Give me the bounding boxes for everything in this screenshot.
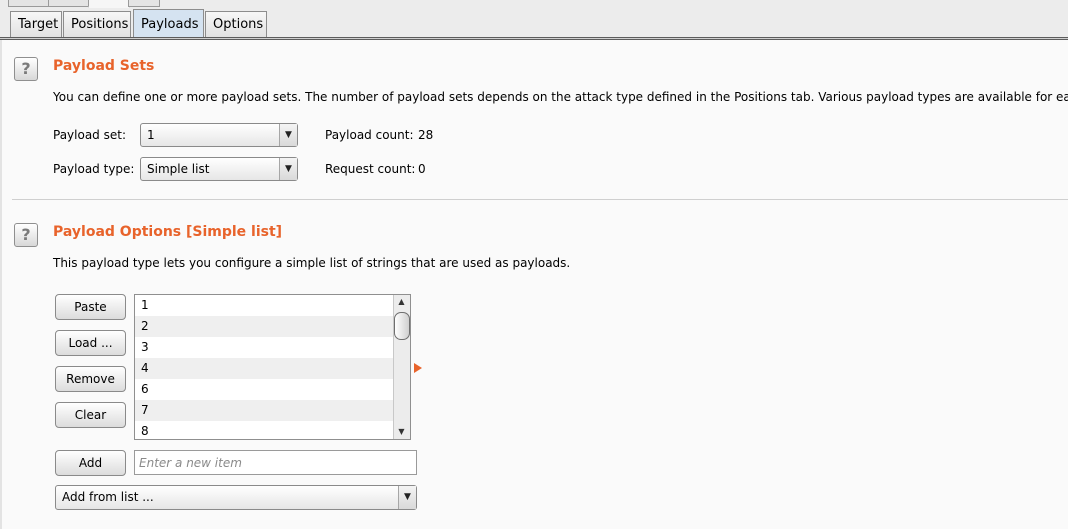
list-item[interactable]: 1 (135, 295, 394, 316)
tab-options[interactable]: Options (205, 11, 267, 37)
tab-target[interactable]: Target (10, 11, 62, 37)
clear-button[interactable]: Clear (55, 402, 126, 428)
outer-tab[interactable] (128, 0, 160, 7)
load-button[interactable]: Load ... (55, 330, 126, 356)
expand-arrow-icon[interactable] (414, 363, 422, 373)
list-item[interactable]: 3 (135, 337, 394, 358)
payload-count-label: Payload count: (325, 128, 414, 142)
tab-bar: Target Positions Payloads Options (0, 8, 1068, 38)
tab-payloads[interactable]: Payloads (133, 9, 204, 38)
help-icon[interactable]: ? (14, 223, 38, 247)
payload-type-label: Payload type: (53, 162, 135, 176)
outer-tab-selected[interactable] (88, 0, 130, 8)
chevron-down-icon: ▼ (398, 486, 416, 509)
request-count-value: 0 (418, 162, 426, 176)
help-icon[interactable]: ? (14, 57, 38, 81)
payload-count-value: 28 (418, 128, 434, 142)
payload-set-value: 1 (147, 128, 155, 142)
payload-set-label: Payload set: (53, 128, 126, 142)
payload-options-description: This payload type lets you configure a s… (53, 256, 571, 270)
section-divider (12, 199, 1068, 200)
payload-set-select[interactable]: 1 ▼ (140, 123, 298, 147)
add-button[interactable]: Add (55, 450, 126, 476)
remove-button[interactable]: Remove (55, 366, 126, 392)
scroll-thumb[interactable] (394, 312, 410, 340)
payload-options-title: Payload Options [Simple list] (53, 224, 283, 240)
list-item[interactable]: 7 (135, 400, 394, 421)
list-scrollbar[interactable]: ▲ ▼ (393, 295, 410, 439)
list-item[interactable]: 4 (135, 358, 394, 379)
chevron-down-icon: ▼ (279, 124, 297, 146)
payload-type-select[interactable]: Simple list ▼ (140, 157, 298, 181)
payload-type-value: Simple list (147, 162, 210, 176)
payload-sets-description: You can define one or more payload sets.… (53, 90, 1068, 104)
new-item-input[interactable] (134, 450, 417, 475)
outer-tab[interactable] (8, 0, 50, 7)
payload-list[interactable]: 1 2 3 4 6 7 8 ▲ ▼ (134, 294, 411, 440)
outer-tab[interactable] (48, 0, 90, 7)
tab-positions[interactable]: Positions (63, 11, 131, 37)
add-from-list-value: Add from list ... (62, 490, 154, 504)
add-from-list-select[interactable]: Add from list ... ▼ (55, 485, 417, 510)
paste-button[interactable]: Paste (55, 294, 126, 320)
list-item[interactable]: 8 (135, 421, 394, 439)
payload-sets-title: Payload Sets (53, 58, 155, 74)
request-count-label: Request count: (325, 162, 416, 176)
chevron-down-icon: ▼ (279, 158, 297, 180)
list-item[interactable]: 2 (135, 316, 394, 337)
scroll-down-icon[interactable]: ▼ (394, 425, 409, 439)
scroll-up-icon[interactable]: ▲ (394, 295, 409, 309)
list-item[interactable]: 6 (135, 379, 394, 400)
